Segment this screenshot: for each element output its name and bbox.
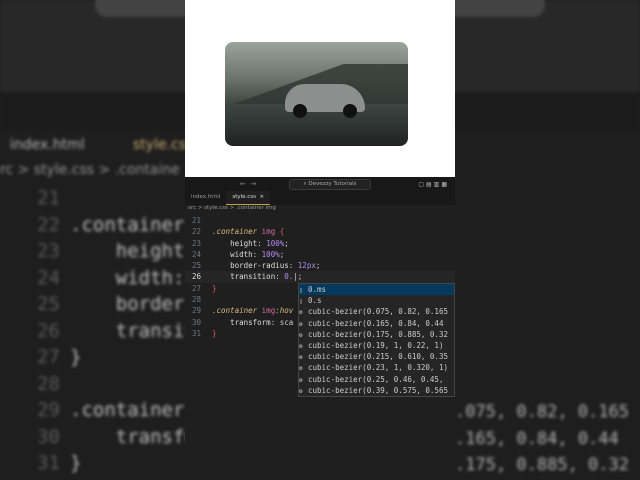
code-line: 22 .container img { bbox=[191, 227, 285, 237]
suggestion-item[interactable]: ⚙ cubic-bezier(0.25, 0.46, 0.45, bbox=[299, 374, 454, 385]
bg-code-line: 26 transit bbox=[37, 319, 196, 342]
suggestion-item[interactable]: ⚙ cubic-bezier(0.39, 0.575, 0.565 bbox=[299, 385, 454, 396]
tab-index-html[interactable]: index.html bbox=[185, 191, 226, 205]
unit-icon: ▯ bbox=[299, 298, 303, 306]
function-icon: ⚙ bbox=[299, 342, 303, 350]
bg-code-line: 22 .container bbox=[37, 213, 185, 236]
code-line: 24 width: 100%; bbox=[191, 249, 285, 259]
code-line: 26 transition: 0.|; bbox=[185, 271, 455, 283]
bg-code-line: 30 transfo bbox=[37, 425, 196, 448]
autocomplete-list: ▯ 0.ms ▯ 0.s ⚙ cubic-bezier(0.075, 0.82, 0.16… bbox=[298, 283, 455, 397]
code-line: 21 bbox=[191, 216, 201, 225]
suggestion-item[interactable]: ⚙ cubic-bezier(0.19, 1, 0.22, 1) bbox=[299, 340, 454, 351]
tab-style-css[interactable]: style.css × bbox=[226, 191, 271, 205]
browser-preview bbox=[185, 0, 455, 177]
command-search[interactable]: ⌕ Devezzy Tutorials bbox=[288, 178, 372, 190]
breadcrumb: src > style.css > .container img bbox=[188, 205, 276, 211]
bg-code-line: 27} bbox=[37, 346, 82, 368]
bg-code-line: 29 .container bbox=[37, 399, 185, 421]
function-icon: ⚙ bbox=[299, 354, 303, 362]
car-image bbox=[225, 42, 408, 146]
function-icon: ⚙ bbox=[299, 387, 303, 395]
layout-icons[interactable]: ▢▤▥▦ bbox=[418, 181, 449, 188]
function-icon: ⚙ bbox=[299, 309, 303, 317]
editor-tabs: index.html style.css × bbox=[185, 191, 455, 205]
tutorial-frame: ← → ⌕ Devezzy Tutorials ▢▤▥▦ index.html … bbox=[185, 0, 455, 480]
suggestion-item[interactable]: ⚙ cubic-bezier(0.165, 0.84, 0.44 bbox=[299, 318, 454, 329]
function-icon: ⚙ bbox=[299, 331, 303, 339]
bg-tab: index.html bbox=[10, 137, 85, 153]
nav-arrows-icon[interactable]: ← → bbox=[240, 180, 256, 188]
code-editor: ← → ⌕ Devezzy Tutorials ▢▤▥▦ index.html … bbox=[185, 177, 455, 480]
bg-code-line: 28 bbox=[37, 372, 60, 395]
bg-suggestion: .175, 0.885, 0.32 bbox=[455, 455, 629, 475]
bg-suggestion: .075, 0.82, 0.165 bbox=[455, 402, 629, 422]
suggestion-item[interactable]: ⚙ cubic-bezier(0.215, 0.610, 0.35 bbox=[299, 351, 454, 362]
close-icon[interactable]: × bbox=[260, 194, 265, 200]
bg-code-line: 23 height bbox=[37, 240, 185, 262]
bg-code-line: 21 bbox=[37, 187, 60, 209]
suggestion-item[interactable]: ▯ 0.ms bbox=[299, 284, 454, 296]
code-line: 23 height: 100%; bbox=[191, 238, 289, 248]
function-icon: ⚙ bbox=[299, 365, 303, 373]
unit-icon: ▯ bbox=[299, 287, 303, 294]
bg-suggestion: .165, 0.84, 0.44 bbox=[455, 428, 619, 449]
suggestion-item[interactable]: ▯ 0.s bbox=[299, 295, 454, 306]
bg-code-line: 31} bbox=[37, 452, 82, 474]
function-icon: ⚙ bbox=[299, 320, 303, 328]
suggestion-item[interactable]: ⚙ cubic-bezier(0.075, 0.82, 0.165 bbox=[299, 306, 454, 317]
suggestion-item[interactable]: ⚙ cubic-bezier(0.23, 1, 0.320, 1) bbox=[299, 362, 454, 373]
bg-code-line: 24 width: bbox=[37, 266, 185, 289]
bg-breadcrumb: rc > style.css > .containe bbox=[0, 162, 180, 178]
function-icon: ⚙ bbox=[299, 376, 303, 384]
bg-code-line: 25 border- bbox=[37, 293, 196, 315]
code-line: 25 border-radius: 12px; bbox=[191, 261, 321, 271]
title-bar: ← → ⌕ Devezzy Tutorials ▢▤▥▦ bbox=[185, 177, 455, 191]
suggestion-item[interactable]: ⚙ cubic-bezier(0.175, 0.885, 0.32 bbox=[299, 329, 454, 340]
